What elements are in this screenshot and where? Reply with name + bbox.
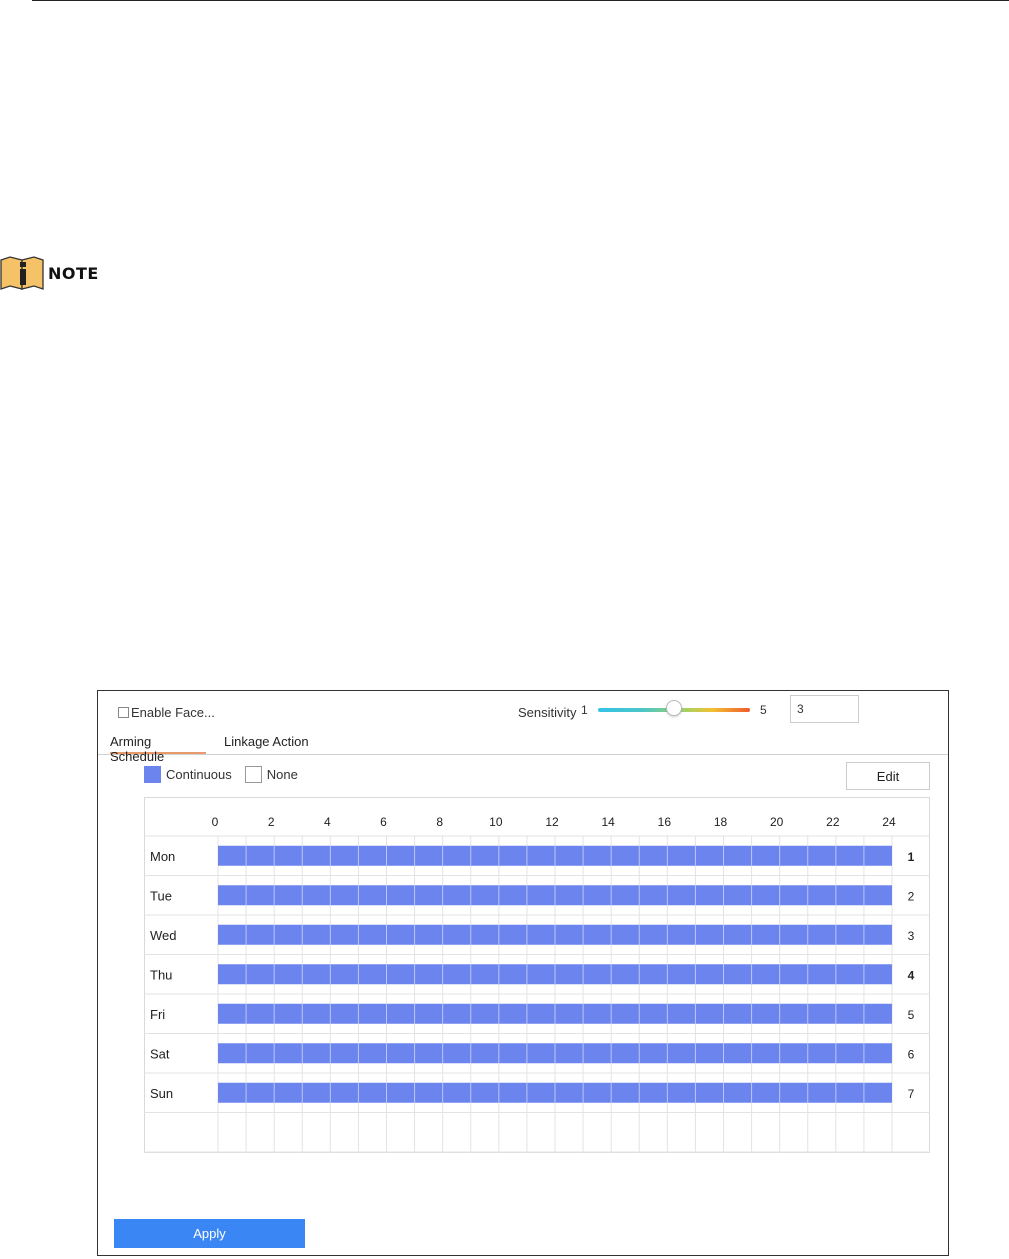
copy-day-button[interactable]: 4 bbox=[908, 968, 915, 982]
apply-button[interactable]: Apply bbox=[114, 1219, 305, 1248]
face-detection-panel: Enable Face... Sensitivity 1 5 Arming Sc… bbox=[97, 690, 949, 1256]
note-label: NOTE bbox=[48, 263, 99, 283]
day-label: Wed bbox=[150, 928, 177, 943]
enable-face-checkbox[interactable]: Enable Face... bbox=[118, 705, 215, 720]
hour-label: 8 bbox=[436, 815, 443, 829]
hour-label: 20 bbox=[770, 815, 784, 829]
copy-day-button[interactable]: 1 bbox=[908, 850, 915, 864]
none-label: None bbox=[266, 767, 298, 782]
sensitivity-value-input[interactable] bbox=[790, 695, 859, 723]
day-label: Thu bbox=[150, 967, 172, 982]
day-label: Mon bbox=[150, 849, 175, 864]
copy-day-button[interactable]: 5 bbox=[908, 1008, 915, 1022]
hour-label: 0 bbox=[212, 815, 219, 829]
copy-day-button[interactable]: 2 bbox=[908, 889, 915, 903]
copy-day-button[interactable]: 7 bbox=[908, 1087, 915, 1101]
hour-label: 10 bbox=[489, 815, 503, 829]
sensitivity-slider-handle[interactable] bbox=[666, 700, 682, 716]
info-book-icon bbox=[0, 256, 44, 290]
schedule-grid[interactable]: 0 2 4 6 8 10 12 14 16 18 20 22 24Mon 1Tue 2Wed 3Thu 4Fri… bbox=[144, 797, 930, 1153]
continuous-label: Continuous bbox=[166, 767, 232, 782]
sensitivity-max-label: 5 bbox=[760, 703, 767, 717]
copy-day-button[interactable]: 6 bbox=[908, 1047, 915, 1061]
sensitivity-label: Sensitivity bbox=[518, 705, 577, 720]
day-label: Tue bbox=[150, 888, 172, 903]
day-label: Fri bbox=[150, 1007, 165, 1022]
note-block: NOTE bbox=[0, 256, 99, 290]
tab-linkage-action[interactable]: Linkage Action bbox=[224, 734, 309, 754]
tab-bar: Arming Schedule Linkage Action bbox=[98, 729, 948, 764]
hour-label: 18 bbox=[714, 815, 728, 829]
checkbox-icon[interactable] bbox=[118, 707, 129, 718]
hour-label: 24 bbox=[882, 815, 896, 829]
hour-label: 4 bbox=[324, 815, 331, 829]
hour-label: 2 bbox=[268, 815, 275, 829]
day-label: Sun bbox=[150, 1086, 173, 1101]
sensitivity-min-label: 1 bbox=[581, 703, 588, 717]
hour-label: 14 bbox=[601, 815, 615, 829]
tab-arming-schedule[interactable]: Arming Schedule bbox=[110, 734, 206, 764]
hour-label: 16 bbox=[658, 815, 672, 829]
hour-label: 6 bbox=[380, 815, 387, 829]
continuous-swatch[interactable] bbox=[144, 766, 161, 783]
hour-label: 22 bbox=[826, 815, 840, 829]
copy-day-button[interactable]: 3 bbox=[908, 929, 915, 943]
none-swatch[interactable] bbox=[244, 766, 262, 783]
hour-label: 12 bbox=[545, 815, 559, 829]
edit-button[interactable]: Edit bbox=[846, 762, 930, 790]
schedule-legend: Continuous None bbox=[144, 766, 298, 783]
enable-face-label: Enable Face... bbox=[131, 705, 215, 720]
day-label: Sat bbox=[150, 1046, 170, 1061]
top-rule bbox=[32, 0, 1009, 1]
